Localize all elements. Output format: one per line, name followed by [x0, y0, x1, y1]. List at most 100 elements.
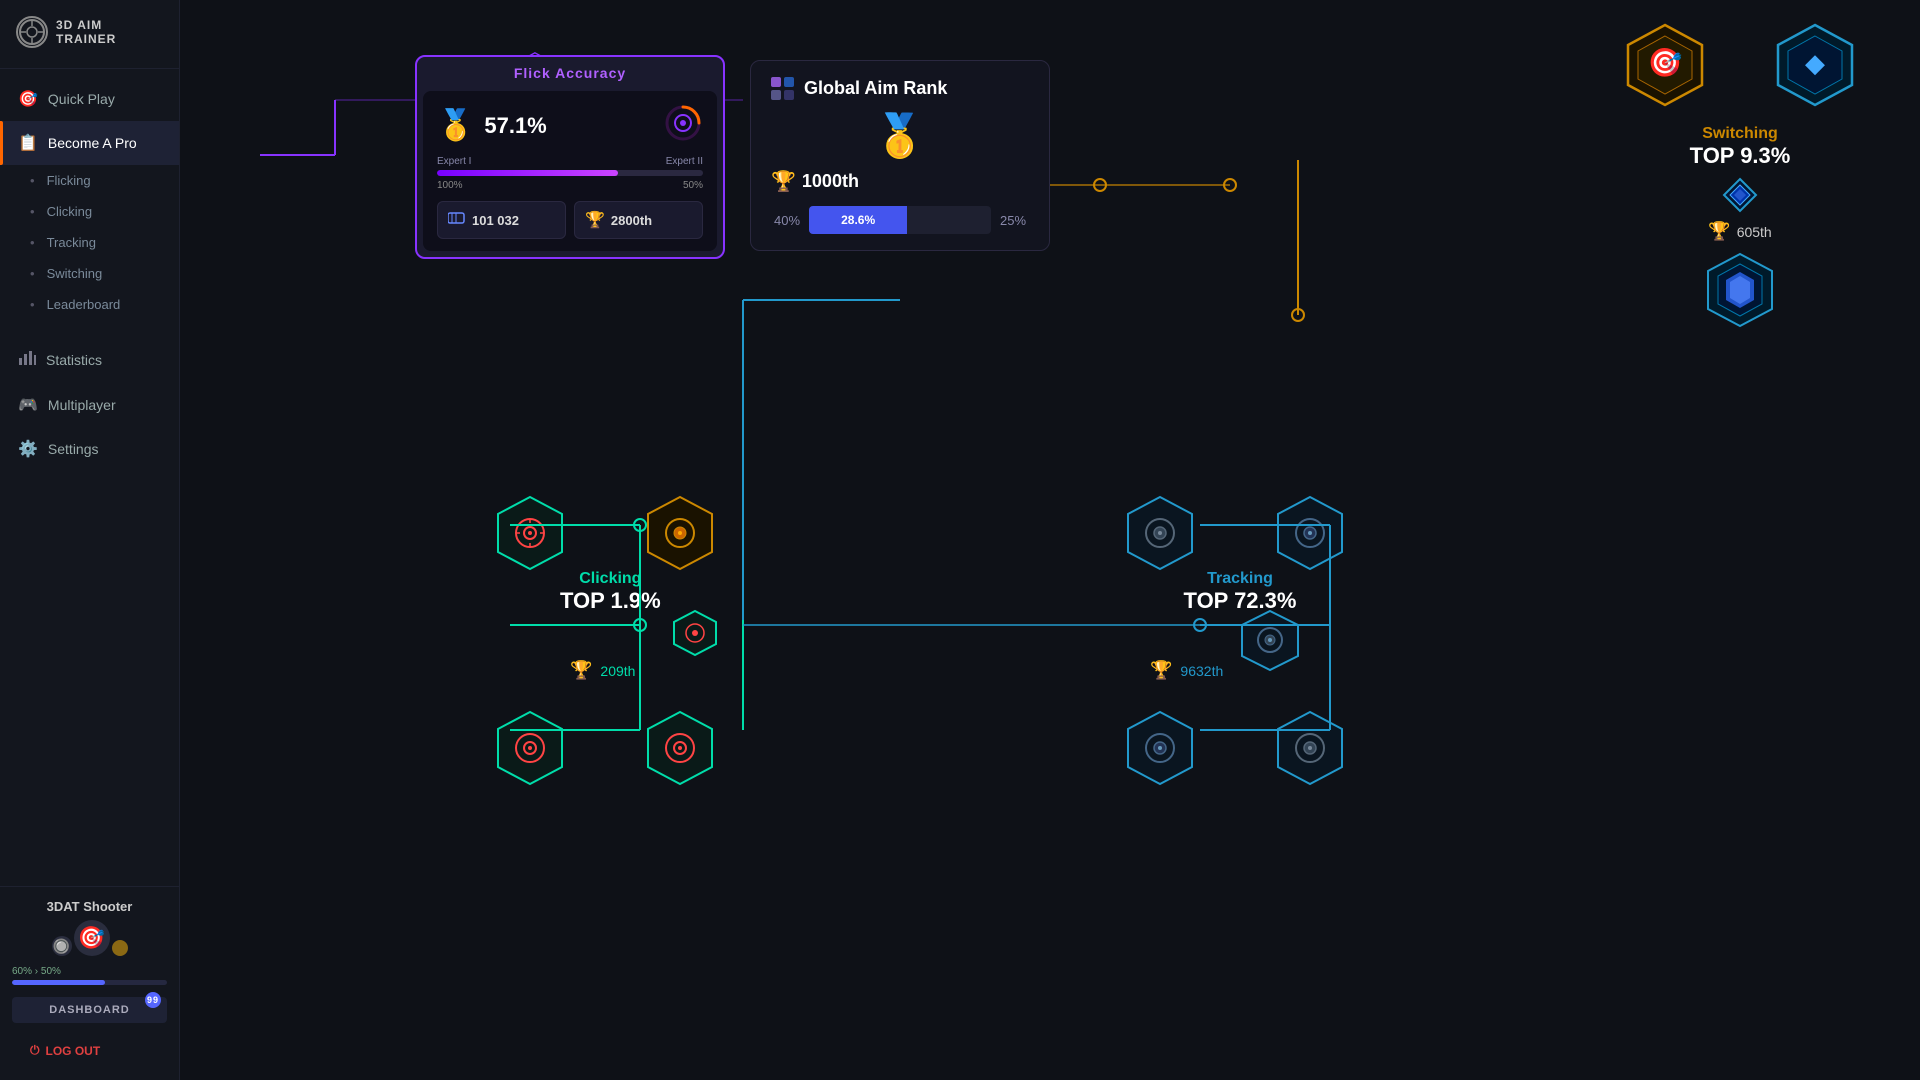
- app-logo: 3D AIM TRAINER: [0, 0, 179, 69]
- clicking-hex-topright: [640, 493, 720, 578]
- flick-progress-fill: [437, 170, 618, 176]
- global-rank-card: Global Aim Rank 🥇 🏆 1000th 40% 28.6% 25%: [750, 60, 1050, 251]
- sidebar: 3D AIM TRAINER 🎯 Quick Play 📋 Become A P…: [0, 0, 180, 1080]
- switching-top-pct: TOP 9.3%: [1690, 143, 1791, 169]
- username: 3DAT Shooter: [47, 899, 133, 914]
- sidebar-item-quickplay[interactable]: 🎯 Quick Play: [0, 77, 179, 121]
- progress-right-pct: 50%: [683, 180, 703, 191]
- xp-bar: [12, 980, 167, 985]
- statistics-label: Statistics: [46, 352, 102, 368]
- settings-icon: ⚙️: [18, 439, 38, 459]
- avatar-small-right: [112, 940, 128, 956]
- logout-button[interactable]: ⏻ LOG OUT: [12, 1033, 167, 1068]
- subnav-flicking[interactable]: Flicking: [0, 165, 179, 196]
- multiplayer-label: Multiplayer: [48, 397, 116, 413]
- tracking-rank: 🏆 9632th: [1150, 660, 1223, 681]
- flick-stats-row: 🥇 57.1%: [437, 103, 703, 148]
- rank-position-value: 1000th: [802, 171, 859, 192]
- sidebar-item-settings[interactable]: ⚙️ Settings: [0, 427, 179, 471]
- tracking-hex-topleft: [1120, 493, 1200, 578]
- power-icon: ⏻: [30, 1043, 40, 1058]
- tracking-hex-topright: [1270, 493, 1350, 578]
- bar-center-pct: 28.6%: [841, 213, 875, 227]
- svg-text:🎯: 🎯: [1648, 47, 1683, 78]
- switching-label: Switching: [1702, 125, 1778, 143]
- flick-accuracy-title: Flick Accuracy: [417, 57, 723, 85]
- progress-left-pct: 100%: [437, 180, 463, 191]
- svg-text:◆: ◆: [1805, 48, 1825, 78]
- sub-navigation: Flicking Clicking Tracking Switching Lea…: [0, 165, 179, 328]
- flick-accuracy-card: 🥇 57.1% Expert I Expert II: [423, 91, 717, 251]
- user-info: 3DAT Shooter 🔘 🎯 60% › 50% DASHBOARD 99: [12, 899, 167, 1033]
- global-rank-title: Global Aim Rank: [771, 77, 1029, 100]
- subnav-leaderboard[interactable]: Leaderboard: [0, 289, 179, 320]
- quickplay-icon: 🎯: [18, 89, 38, 109]
- score-pill: 101 032: [437, 201, 566, 239]
- switching-hex-right: ◆: [1770, 20, 1860, 115]
- dashboard-label: DASHBOARD: [49, 1004, 130, 1016]
- rank-dots-icon: [771, 77, 794, 100]
- rank-spinner-icon: [663, 103, 703, 148]
- clicking-info: Clicking TOP 1.9%: [560, 570, 661, 614]
- global-rank-medal: 🥇: [771, 112, 1029, 161]
- main-content: PLAY Flicking Flick Accuracy 🥇 57.1%: [180, 0, 1920, 1080]
- score-icon: [448, 211, 466, 230]
- sidebar-item-statistics[interactable]: Statistics: [0, 336, 179, 383]
- subnav-clicking[interactable]: Clicking: [0, 196, 179, 227]
- clicking-label: Clicking: [560, 570, 661, 588]
- sidebar-item-multiplayer[interactable]: 🎮 Multiplayer: [0, 383, 179, 427]
- settings-label: Settings: [48, 441, 99, 457]
- tracking-center-hex: [1238, 608, 1303, 678]
- clicking-hex-topleft: [490, 493, 570, 578]
- score-value: 101 032: [472, 213, 519, 228]
- logout-label: LOG OUT: [46, 1044, 101, 1058]
- app-title: 3D AIM TRAINER: [56, 18, 163, 46]
- switching-subnav-label: Switching: [47, 266, 103, 281]
- bar-right-pct: 25%: [997, 213, 1029, 228]
- progress-labels: Expert I Expert II: [437, 156, 703, 167]
- clicking-subnav-label: Clicking: [47, 204, 93, 219]
- notification-badge: 99: [145, 992, 161, 1008]
- rank-position: 🏆 1000th: [771, 169, 1029, 194]
- leaderboard-subnav-label: Leaderboard: [47, 297, 121, 312]
- becomeapro-label: Become A Pro: [48, 135, 137, 151]
- xp-fill: [12, 980, 105, 985]
- subnav-tracking[interactable]: Tracking: [0, 227, 179, 258]
- rank-pill: 🏆 2800th: [574, 201, 703, 239]
- flicking-popup-card: Flick Accuracy 🥇 57.1% Expert I Expert I…: [415, 55, 725, 259]
- progress-percentages: 100% 50%: [437, 180, 703, 191]
- dashboard-button[interactable]: DASHBOARD 99: [12, 997, 167, 1023]
- flick-bottom-stats: 101 032 🏆 2800th: [437, 201, 703, 239]
- medal-icon: 🥇: [874, 112, 926, 161]
- sidebar-user-section: 3DAT Shooter 🔘 🎯 60% › 50% DASHBOARD 99 …: [0, 886, 179, 1080]
- sidebar-navigation: 🎯 Quick Play 📋 Become A Pro Flicking Cli…: [0, 69, 179, 886]
- switching-rank-value: 605th: [1737, 224, 1772, 240]
- subnav-switching[interactable]: Switching: [0, 258, 179, 289]
- trophy-icon: 🏆: [585, 210, 605, 230]
- flick-percent: 57.1%: [484, 113, 546, 139]
- switching-hex-bottom: [1700, 250, 1780, 335]
- bar-left-pct: 40%: [771, 213, 803, 228]
- switching-section: 🎯 ◆ Switching TOP 9.3% 🏆: [1620, 20, 1860, 335]
- avatar-main: 🎯: [74, 920, 110, 956]
- becomeapro-icon: 📋: [18, 133, 38, 153]
- switching-hex-left: 🎯: [1620, 20, 1710, 115]
- rank-bar-container: 40% 28.6% 25%: [771, 206, 1029, 234]
- tracking-label: Tracking: [1140, 570, 1340, 588]
- rank-bar-fill: 28.6%: [809, 206, 907, 234]
- quickplay-label: Quick Play: [48, 91, 115, 107]
- clicking-center-hex: [670, 608, 720, 663]
- tracking-subnav-label: Tracking: [47, 235, 96, 250]
- rank-progress-bar: 28.6%: [809, 206, 991, 234]
- clicking-hex-bottomleft: [490, 708, 570, 793]
- statistics-icon: [18, 348, 36, 371]
- multiplayer-icon: 🎮: [18, 395, 38, 415]
- tracking-hex-bottomright: [1270, 708, 1350, 793]
- avatar-small-left: 🔘: [52, 936, 72, 956]
- global-rank-label: Global Aim Rank: [804, 78, 947, 99]
- rank-value: 2800th: [611, 213, 652, 228]
- switching-rank: 🏆 605th: [1708, 221, 1771, 242]
- clicking-hex-bottomright: [640, 708, 720, 793]
- sidebar-item-becomeapro[interactable]: 📋 Become A Pro: [0, 121, 179, 165]
- flicking-subnav-label: Flicking: [47, 173, 91, 188]
